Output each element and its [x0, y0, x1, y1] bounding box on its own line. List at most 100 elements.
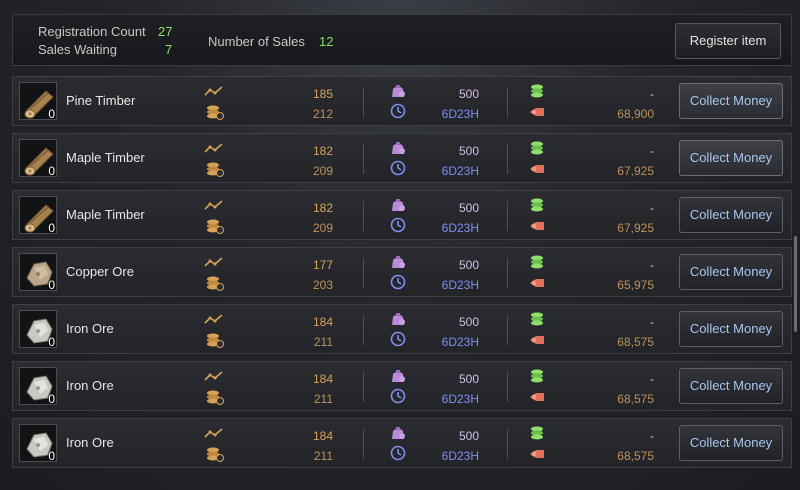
price-trend-icon[interactable] — [204, 84, 224, 102]
listing-row: 0 Iron Ore 184 211 500 6D23H - 68,575 Collect Mo… — [12, 304, 792, 354]
item-name: Iron Ore — [66, 435, 114, 450]
item-name: Iron Ore — [66, 378, 114, 393]
collect-hand-icon — [528, 446, 546, 467]
pending-amount: - — [650, 201, 654, 215]
divider — [507, 87, 508, 117]
price-trend-icon[interactable] — [204, 198, 224, 216]
collect-money-button[interactable]: Collect Money — [679, 311, 783, 347]
clock-icon — [390, 388, 406, 409]
collect-money-button[interactable]: Collect Money — [679, 140, 783, 176]
item-quantity: 0 — [48, 392, 55, 406]
collect-money-button[interactable]: Collect Money — [679, 368, 783, 404]
price-trend-icon[interactable] — [204, 312, 224, 330]
registered-quantity: 500 — [458, 144, 479, 158]
silver-stack-icon — [529, 368, 545, 389]
log-icon[interactable]: 0 — [19, 82, 57, 121]
collect-money-button[interactable]: Collect Money — [679, 197, 783, 233]
divider — [363, 258, 364, 288]
iron-ore-icon[interactable]: 0 — [19, 367, 57, 406]
bag-icon — [390, 254, 406, 275]
registration-count-value: 27 — [158, 24, 173, 39]
collect-hand-icon — [528, 389, 546, 410]
registered-quantity: 500 — [458, 429, 479, 443]
pending-amount: - — [650, 144, 654, 158]
collect-money-button[interactable]: Collect Money — [679, 254, 783, 290]
price-history-icon[interactable] — [206, 104, 224, 125]
pending-amount: - — [650, 429, 654, 443]
price-current: 184 — [312, 429, 333, 443]
item-quantity: 0 — [48, 221, 55, 235]
collect-money-button[interactable]: Collect Money — [679, 83, 783, 119]
listing-row: 0 Iron Ore 184 211 500 6D23H - 68,575 Collect Mo… — [12, 418, 792, 468]
price-max: 203 — [312, 278, 333, 292]
price-trend-icon[interactable] — [204, 369, 224, 387]
scrollbar[interactable] — [794, 236, 797, 332]
divider — [363, 87, 364, 117]
divider — [507, 315, 508, 345]
sales-money: 67,925 — [617, 221, 654, 235]
log-icon[interactable]: 0 — [19, 139, 57, 178]
bag-icon — [390, 83, 406, 104]
listing-row: 0 Copper Ore 177 203 500 6D23H - 65,975 Collect … — [12, 247, 792, 297]
price-current: 184 — [312, 315, 333, 329]
price-max: 211 — [313, 392, 333, 406]
copper-ore-icon[interactable]: 0 — [19, 253, 57, 292]
time-remaining: 6D23H — [441, 221, 479, 235]
listing-list: 0 Pine Timber 185 212 500 6D23H - 68,900 Collect… — [12, 76, 792, 475]
collect-hand-icon — [528, 218, 546, 239]
price-max: 209 — [312, 164, 333, 178]
listing-row: 0 Iron Ore 184 211 500 6D23H - 68,575 Collect Mo… — [12, 361, 792, 411]
divider — [363, 372, 364, 402]
price-current: 182 — [312, 144, 333, 158]
number-of-sales-label: Number of Sales — [208, 34, 305, 49]
sales-money: 68,575 — [617, 335, 654, 349]
bag-icon — [390, 140, 406, 161]
silver-stack-icon — [529, 254, 545, 275]
item-name: Maple Timber — [66, 207, 145, 222]
silver-stack-icon — [529, 425, 545, 446]
price-trend-icon[interactable] — [204, 141, 224, 159]
price-trend-icon[interactable] — [204, 255, 224, 273]
sales-money: 68,900 — [617, 107, 654, 121]
divider — [363, 144, 364, 174]
item-quantity: 0 — [48, 164, 55, 178]
sales-money: 68,575 — [617, 449, 654, 463]
iron-ore-icon[interactable]: 0 — [19, 424, 57, 463]
sales-money: 65,975 — [617, 278, 654, 292]
iron-ore-icon[interactable]: 0 — [19, 310, 57, 349]
registration-count-label: Registration Count — [38, 24, 146, 39]
item-name: Pine Timber — [66, 93, 136, 108]
price-history-icon[interactable] — [206, 161, 224, 182]
collect-hand-icon — [528, 104, 546, 125]
item-name: Copper Ore — [66, 264, 134, 279]
registered-quantity: 500 — [458, 372, 479, 386]
listing-row: 0 Maple Timber 182 209 500 6D23H - 67,925 Collec… — [12, 133, 792, 183]
pending-amount: - — [650, 372, 654, 386]
time-remaining: 6D23H — [441, 449, 479, 463]
silver-stack-icon — [529, 83, 545, 104]
price-current: 184 — [312, 372, 333, 386]
registered-quantity: 500 — [458, 315, 479, 329]
price-history-icon[interactable] — [206, 446, 224, 467]
price-trend-icon[interactable] — [204, 426, 224, 444]
log-icon[interactable]: 0 — [19, 196, 57, 235]
price-history-icon[interactable] — [206, 275, 224, 296]
silver-stack-icon — [529, 197, 545, 218]
price-history-icon[interactable] — [206, 389, 224, 410]
collect-money-button[interactable]: Collect Money — [679, 425, 783, 461]
registered-quantity: 500 — [458, 201, 479, 215]
time-remaining: 6D23H — [441, 392, 479, 406]
registered-quantity: 500 — [458, 258, 479, 272]
divider — [507, 372, 508, 402]
sales-waiting-value: 7 — [165, 42, 173, 57]
registered-quantity: 500 — [458, 87, 479, 101]
price-history-icon[interactable] — [206, 218, 224, 239]
clock-icon — [390, 217, 406, 238]
register-item-button[interactable]: Register item — [675, 23, 781, 59]
clock-icon — [390, 445, 406, 466]
sales-waiting-label: Sales Waiting — [38, 42, 117, 57]
divider — [363, 429, 364, 459]
price-history-icon[interactable] — [206, 332, 224, 353]
price-max: 211 — [313, 449, 333, 463]
item-quantity: 0 — [48, 278, 55, 292]
